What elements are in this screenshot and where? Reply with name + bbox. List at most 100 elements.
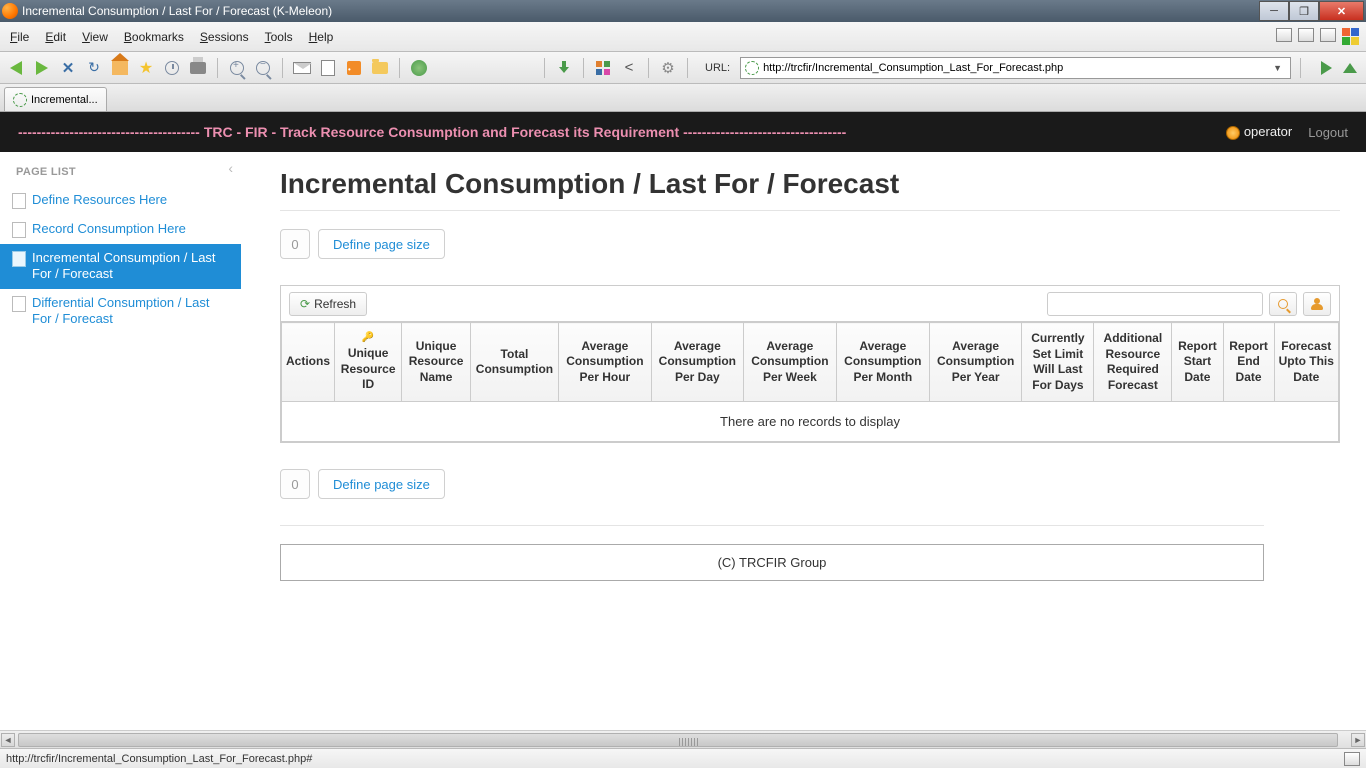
- back-button[interactable]: [6, 58, 26, 78]
- menubar: File Edit View Bookmarks Sessions Tools …: [0, 22, 1366, 52]
- sidebar: ‹ PAGE LIST Define Resources Here Record…: [0, 152, 242, 730]
- sidebar-item-define-resources[interactable]: Define Resources Here: [0, 186, 241, 215]
- zoom-in-button[interactable]: [227, 58, 247, 78]
- sidebar-item-incremental-consumption[interactable]: Incremental Consumption / Last For / For…: [0, 244, 241, 289]
- col-avg-per-year[interactable]: Average Consumption Per Year: [929, 323, 1021, 402]
- gear-icon: ⚙: [661, 59, 674, 77]
- scroll-right-button[interactable]: ►: [1351, 733, 1365, 747]
- web-button[interactable]: [409, 58, 429, 78]
- page-title: Incremental Consumption / Last For / For…: [280, 168, 1366, 200]
- home-button[interactable]: [110, 58, 130, 78]
- col-actions[interactable]: Actions: [282, 323, 335, 402]
- sidebar-item-label: Define Resources Here: [32, 192, 167, 208]
- menu-file[interactable]: File: [10, 30, 29, 44]
- statusbar: http://trcfir/Incremental_Consumption_La…: [0, 748, 1366, 768]
- print-button[interactable]: [188, 58, 208, 78]
- mail-button[interactable]: [292, 58, 312, 78]
- favorites-button[interactable]: ★: [136, 58, 156, 78]
- sidebar-collapse-button[interactable]: ‹: [228, 160, 233, 176]
- col-total-consumption[interactable]: Total Consumption: [470, 323, 558, 402]
- share-button[interactable]: <: [619, 58, 639, 78]
- browser-tab[interactable]: Incremental...: [4, 87, 107, 111]
- col-unique-resource-name[interactable]: Unique Resource Name: [402, 323, 471, 402]
- stop-button[interactable]: ✕: [58, 58, 78, 78]
- menubar-icon-apps[interactable]: [1342, 28, 1360, 46]
- menu-view[interactable]: View: [82, 30, 108, 44]
- col-avg-per-month[interactable]: Average Consumption Per Month: [836, 323, 929, 402]
- star-icon: ★: [139, 58, 153, 78]
- header-dashes-left: ---------------------------------------: [18, 124, 200, 140]
- logout-link[interactable]: Logout: [1308, 125, 1348, 140]
- col-avg-per-week[interactable]: Average Consumption Per Week: [743, 323, 836, 402]
- up-triangle-icon: [1343, 63, 1357, 73]
- menu-edit[interactable]: Edit: [45, 30, 66, 44]
- sidebar-item-label: Record Consumption Here: [32, 221, 186, 237]
- history-button[interactable]: [162, 58, 182, 78]
- footer: (C) TRCFIR Group: [280, 544, 1264, 581]
- window-minimize-button[interactable]: ─: [1259, 1, 1289, 21]
- forward-button[interactable]: [32, 58, 52, 78]
- document-icon: [321, 60, 335, 76]
- apps-button[interactable]: [593, 58, 613, 78]
- col-unique-resource-id[interactable]: 🔑Unique Resource ID: [335, 323, 402, 402]
- zoom-in-icon: [230, 61, 244, 75]
- search-input[interactable]: [1047, 292, 1263, 316]
- url-bar[interactable]: http://trcfir/Incremental_Consumption_La…: [740, 57, 1291, 79]
- col-label: Unique Resource ID: [341, 346, 396, 391]
- refresh-label: Refresh: [314, 297, 356, 311]
- menubar-icon-1[interactable]: [1276, 28, 1292, 42]
- user-icon: [1226, 126, 1240, 140]
- menubar-icon-3[interactable]: [1320, 28, 1336, 42]
- advanced-search-button[interactable]: [1303, 292, 1331, 316]
- download-icon: [557, 61, 571, 75]
- separator: [583, 58, 584, 78]
- statusbar-icon[interactable]: [1344, 752, 1360, 766]
- col-report-start[interactable]: Report Start Date: [1172, 323, 1223, 402]
- user-button[interactable]: operator: [1226, 124, 1292, 140]
- sidebar-item-record-consumption[interactable]: Record Consumption Here: [0, 215, 241, 244]
- folder-button[interactable]: [370, 58, 390, 78]
- sidebar-item-differential-consumption[interactable]: Differential Consumption / Last For / Fo…: [0, 289, 241, 334]
- scrollbar-thumb[interactable]: [18, 733, 1338, 747]
- print-icon: [190, 62, 206, 74]
- define-page-size-button[interactable]: Define page size: [318, 229, 445, 259]
- window-maximize-button[interactable]: ❐: [1289, 1, 1319, 21]
- window-close-button[interactable]: ✕: [1319, 1, 1364, 21]
- table-toolbar: ⟳ Refresh: [281, 286, 1339, 322]
- url-text: http://trcfir/Incremental_Consumption_La…: [763, 62, 1269, 74]
- search-icon: [1278, 299, 1288, 309]
- rss-button[interactable]: •: [344, 58, 364, 78]
- data-table-panel: ⟳ Refresh Actions 🔑Unique Resource ID Un…: [280, 285, 1340, 443]
- header-title: TRC - FIR - Track Resource Consumption a…: [204, 124, 679, 140]
- zoom-out-icon: [256, 61, 270, 75]
- up-button[interactable]: [1340, 58, 1360, 78]
- menu-bookmarks[interactable]: Bookmarks: [124, 30, 184, 44]
- menu-sessions[interactable]: Sessions: [200, 30, 249, 44]
- menubar-icon-2[interactable]: [1298, 28, 1314, 42]
- go-button[interactable]: [1316, 58, 1336, 78]
- download-button[interactable]: [554, 58, 574, 78]
- arrow-right-icon: [36, 61, 48, 75]
- url-dropdown-icon[interactable]: ▼: [1269, 63, 1286, 73]
- col-avg-per-hour[interactable]: Average Consumption Per Hour: [559, 323, 652, 402]
- url-label: URL:: [705, 62, 730, 74]
- reload-button[interactable]: ↻: [84, 58, 104, 78]
- col-limit-last-days[interactable]: Currently Set Limit Will Last For Days: [1022, 323, 1094, 402]
- define-page-size-button[interactable]: Define page size: [318, 469, 445, 499]
- refresh-button[interactable]: ⟳ Refresh: [289, 292, 367, 316]
- col-forecast-upto[interactable]: Forecast Upto This Date: [1274, 323, 1338, 402]
- toolbar: ✕ ↻ ★ • < ⚙ URL: http://trcfir/Increment…: [0, 52, 1366, 84]
- search-button[interactable]: [1269, 292, 1297, 316]
- zoom-out-button[interactable]: [253, 58, 273, 78]
- col-additional-forecast[interactable]: Additional Resource Required Forecast: [1094, 323, 1172, 402]
- settings-button[interactable]: ⚙: [658, 58, 678, 78]
- scroll-left-button[interactable]: ◄: [1, 733, 15, 747]
- horizontal-scrollbar[interactable]: ◄ ►: [0, 730, 1366, 748]
- separator: [399, 58, 400, 78]
- compose-button[interactable]: [318, 58, 338, 78]
- col-report-end[interactable]: Report End Date: [1223, 323, 1274, 402]
- menu-tools[interactable]: Tools: [265, 30, 293, 44]
- separator: [648, 58, 649, 78]
- col-avg-per-day[interactable]: Average Consumption Per Day: [651, 323, 743, 402]
- menu-help[interactable]: Help: [309, 30, 334, 44]
